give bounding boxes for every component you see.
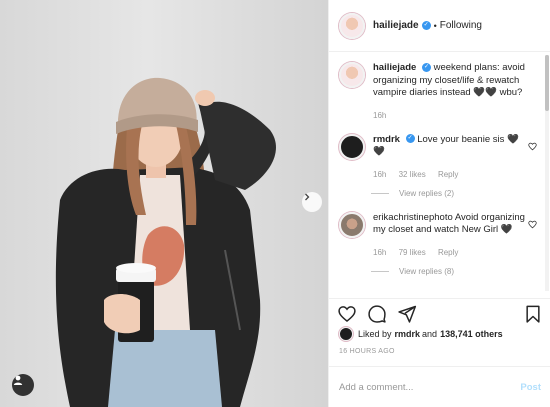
verified-badge-icon: ✓ — [421, 21, 431, 30]
separator-dot: • — [433, 20, 437, 31]
caption-username[interactable]: hailiejade — [373, 62, 416, 73]
verified-badge-icon: ✓ — [421, 62, 431, 72]
chevron-right-icon — [305, 193, 310, 201]
post-timestamp[interactable]: 16 HOURS AGO — [339, 348, 395, 355]
bookmark-icon[interactable] — [523, 304, 543, 324]
likes-user[interactable]: rmdrk — [395, 329, 421, 339]
comment-username[interactable]: rmdrk — [373, 134, 400, 145]
post-side-panel: hailiejade ✓ • Following hailiejade ✓ we… — [328, 0, 550, 407]
likes-prefix: Liked by — [358, 329, 392, 339]
reply-button[interactable]: Reply — [438, 170, 458, 179]
comment-item: rmdrk ✓ Love your beanie sis 🖤 🖤 16h 32 … — [339, 133, 537, 179]
likes-summary: Liked by rmdrk and 138,741 others — [339, 327, 503, 341]
avatar[interactable] — [339, 62, 365, 88]
comment-time: 16h — [373, 247, 387, 257]
comment-input[interactable] — [339, 381, 521, 393]
heart-icon[interactable] — [528, 142, 537, 151]
instagram-post-modal: hailiejade ✓ • Following hailiejade ✓ we… — [0, 0, 550, 407]
add-comment-bar: Post — [329, 366, 550, 407]
view-replies-button[interactable]: View replies (8) — [371, 267, 537, 276]
next-photo-button[interactable] — [302, 192, 322, 212]
share-icon[interactable] — [397, 304, 417, 324]
heart-icon[interactable] — [337, 304, 357, 324]
author-username[interactable]: hailiejade — [373, 20, 419, 31]
scrollbar-thumb[interactable] — [545, 55, 549, 111]
comments-list: hailiejade ✓ weekend plans: avoid organi… — [329, 52, 550, 298]
verified-badge-icon: ✓ — [405, 134, 415, 144]
post-header: hailiejade ✓ • Following — [329, 0, 550, 52]
avatar[interactable] — [339, 12, 365, 39]
heart-icon[interactable] — [528, 220, 537, 229]
comments-scrollbar[interactable] — [545, 55, 549, 291]
likes-middle: and — [422, 329, 438, 339]
view-replies-label: View replies (8) — [399, 266, 454, 276]
comment-item: erikachristinephoto Avoid organizing my … — [339, 211, 537, 257]
avatar[interactable] — [339, 327, 353, 341]
comment-username[interactable]: erikachristinephoto — [373, 212, 453, 223]
following-button[interactable]: Following — [440, 20, 482, 31]
photo-illustration — [55, 77, 276, 407]
avatar[interactable] — [339, 211, 365, 238]
view-replies-button[interactable]: View replies (2) — [371, 189, 537, 198]
comment-likes[interactable]: 32 likes — [399, 170, 426, 179]
comment-icon[interactable] — [367, 304, 387, 324]
view-replies-label: View replies (2) — [399, 188, 454, 198]
action-bar — [329, 298, 550, 328]
avatar[interactable] — [339, 133, 365, 160]
likes-count[interactable]: 138,741 others — [440, 329, 503, 339]
user-tag-icon — [13, 375, 23, 385]
comment-time: 16h — [373, 169, 387, 179]
replies-divider — [371, 270, 389, 272]
post-photo[interactable] — [0, 0, 328, 407]
reply-button[interactable]: Reply — [438, 248, 458, 257]
user-tags-button[interactable] — [12, 374, 34, 396]
replies-divider — [371, 192, 389, 194]
caption-time: 16h — [373, 110, 387, 120]
comment-likes[interactable]: 79 likes — [399, 248, 426, 257]
post-comment-button[interactable]: Post — [520, 382, 541, 393]
caption: hailiejade ✓ weekend plans: avoid organi… — [339, 62, 537, 120]
